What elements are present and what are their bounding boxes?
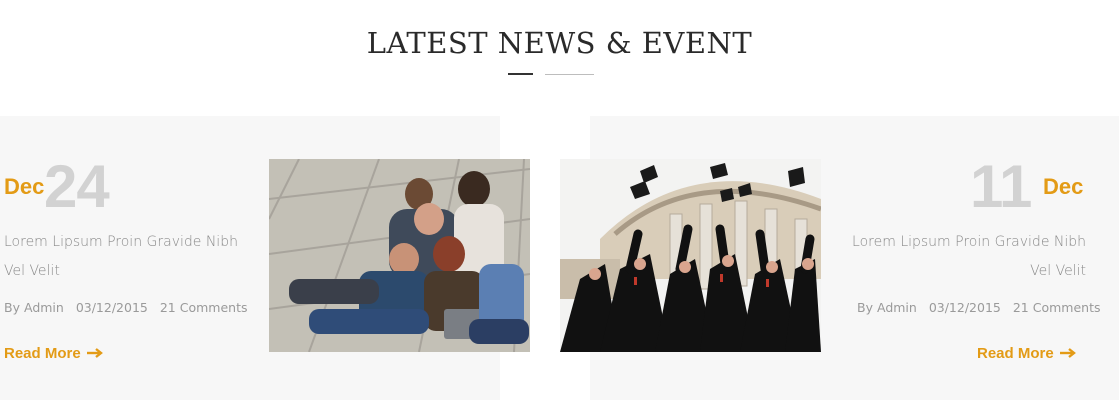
meta-author[interactable]: By Admin — [4, 300, 64, 315]
read-more-label: Read More — [977, 345, 1054, 362]
post-month: Dec — [1043, 174, 1084, 199]
meta-author[interactable]: By Admin — [857, 300, 917, 315]
read-more-label: Read More — [4, 345, 81, 362]
meta-by-label: By — [4, 300, 20, 315]
meta-author-name: Admin — [23, 300, 64, 315]
post-day: 11 — [970, 153, 1032, 220]
post-image-graduation[interactable] — [560, 159, 821, 352]
arrow-right-icon — [1059, 348, 1076, 358]
graduation-photo — [560, 159, 821, 352]
read-more-link[interactable]: Read More — [4, 345, 103, 362]
arrow-right-icon — [86, 348, 103, 358]
section-title: LATEST NEWS & EVENT — [366, 26, 753, 60]
meta-date: 03/12/2015 — [928, 300, 1001, 315]
read-more-link[interactable]: Read More — [977, 345, 1076, 362]
post-meta: By Admin 03/12/2015 21 Comments — [4, 300, 255, 315]
meta-author-name: Admin — [876, 300, 917, 315]
title-divider — [508, 73, 533, 75]
post-title-link[interactable]: Lorem Lipsum Proin Gravide Nibh Vel Veli… — [836, 228, 1086, 286]
meta-by-label: By — [857, 300, 873, 315]
post-image-students[interactable] — [269, 159, 530, 352]
post-title-link[interactable]: Lorem Lipsum Proin Gravide Nibh Vel Veli… — [4, 228, 254, 286]
post-date: Dec 24 — [4, 153, 124, 220]
post-meta: By Admin 03/12/2015 21 Comments — [857, 300, 1108, 315]
post-date: 11 Dec — [968, 153, 1088, 220]
meta-comments[interactable]: 21 Comments — [160, 300, 248, 315]
meta-comments[interactable]: 21 Comments — [1013, 300, 1101, 315]
title-divider-thin — [545, 74, 594, 75]
post-day: 24 — [44, 153, 110, 220]
meta-date: 03/12/2015 — [75, 300, 148, 315]
post-month: Dec — [4, 174, 45, 199]
students-photo — [269, 159, 530, 352]
